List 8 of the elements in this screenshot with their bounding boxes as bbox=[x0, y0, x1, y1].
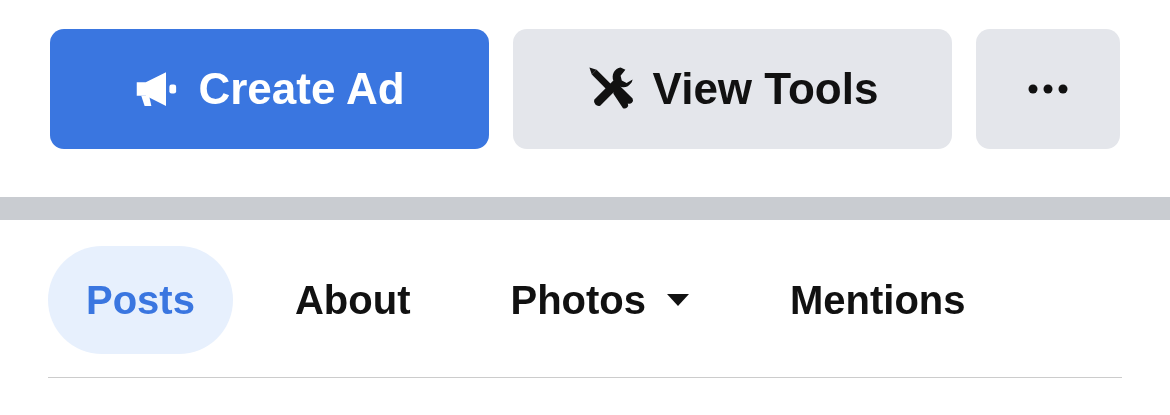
more-button[interactable] bbox=[976, 29, 1120, 149]
create-ad-button[interactable]: Create Ad bbox=[50, 29, 489, 149]
tab[interactable]: About bbox=[256, 246, 449, 354]
more-icon bbox=[1028, 84, 1068, 94]
tab[interactable]: Posts bbox=[48, 246, 233, 354]
view-tools-button[interactable]: View Tools bbox=[513, 29, 952, 149]
tab[interactable]: Photos bbox=[472, 246, 728, 354]
tab[interactable]: Mentions bbox=[752, 246, 1004, 354]
